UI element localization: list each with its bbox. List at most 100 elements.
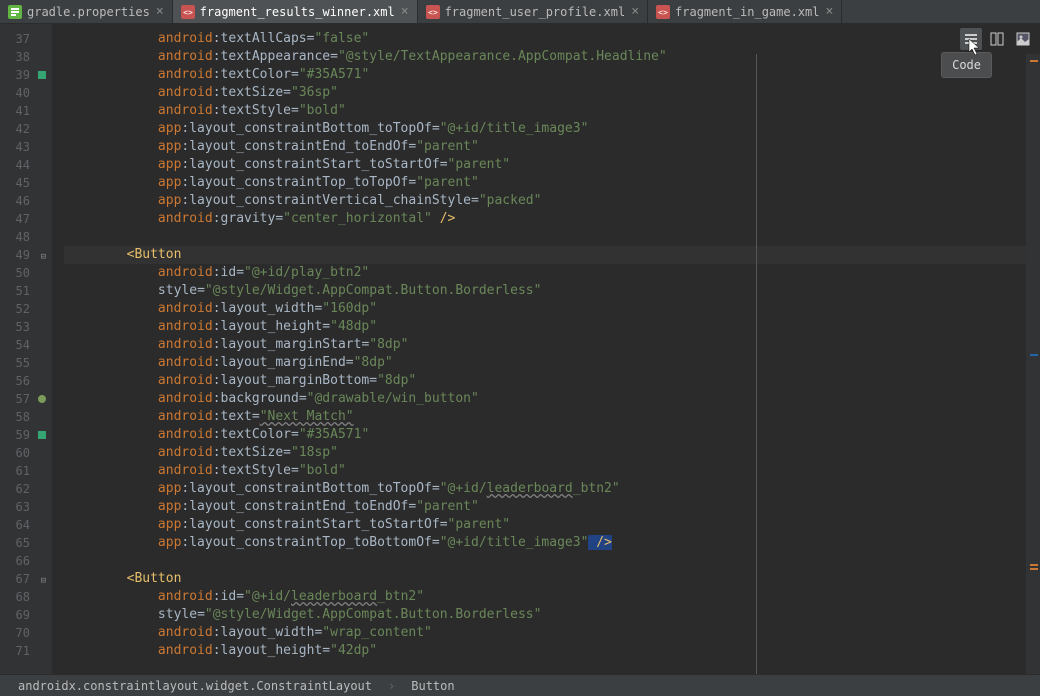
line-number: 64 — [0, 516, 52, 534]
code-line[interactable]: app:layout_constraintTop_toBottomOf="@+i… — [64, 534, 1040, 552]
line-number: 52 — [0, 300, 52, 318]
line-number: 67⊟ — [0, 570, 52, 588]
color-swatch-icon — [38, 431, 46, 439]
line-number: 61 — [0, 462, 52, 480]
minimap-marker — [1030, 354, 1038, 356]
code-line[interactable]: app:layout_constraintStart_toStartOf="pa… — [64, 516, 1040, 534]
gutter: 37383940414243444546474849⊟5051525354555… — [0, 24, 52, 674]
line-number: 66 — [0, 552, 52, 570]
code-line[interactable]: android:textSize="18sp" — [64, 444, 1040, 462]
code-line[interactable]: app:layout_constraintVertical_chainStyle… — [64, 192, 1040, 210]
fold-icon[interactable]: ⊟ — [38, 248, 46, 256]
line-number: 38 — [0, 48, 52, 66]
code-line[interactable]: android:textStyle="bold" — [64, 102, 1040, 120]
file-icon: <> — [426, 5, 440, 19]
code-area[interactable]: android:textAllCaps="false" android:text… — [52, 24, 1040, 674]
file-icon: <> — [181, 5, 195, 19]
code-line[interactable]: android:id="@+id/leaderboard_btn2" — [64, 588, 1040, 606]
code-line[interactable]: style="@style/Widget.AppCompat.Button.Bo… — [64, 606, 1040, 624]
code-line[interactable]: android:textAllCaps="false" — [64, 30, 1040, 48]
code-line[interactable]: android:layout_marginStart="8dp" — [64, 336, 1040, 354]
line-number: 62 — [0, 480, 52, 498]
line-number: 44 — [0, 156, 52, 174]
tab-label: fragment_results_winner.xml — [200, 5, 395, 19]
code-line[interactable]: app:layout_constraintStart_toStartOf="pa… — [64, 156, 1040, 174]
line-number: 46 — [0, 192, 52, 210]
line-number: 56 — [0, 372, 52, 390]
code-line[interactable] — [64, 228, 1040, 246]
code-line[interactable]: android:textAppearance="@style/TextAppea… — [64, 48, 1040, 66]
tab-fragment_user_profile.xml[interactable]: <> fragment_user_profile.xml × — [418, 0, 648, 23]
line-number: 65 — [0, 534, 52, 552]
line-number: 60 — [0, 444, 52, 462]
code-line[interactable]: android:layout_width="wrap_content" — [64, 624, 1040, 642]
line-number: 50 — [0, 264, 52, 282]
line-number: 59 — [0, 426, 52, 444]
minimap[interactable] — [1026, 54, 1040, 674]
code-line[interactable]: android:layout_marginEnd="8dp" — [64, 354, 1040, 372]
svg-text:<>: <> — [428, 8, 438, 17]
line-number: 37 — [0, 30, 52, 48]
breadcrumb-item[interactable]: Button — [403, 679, 462, 693]
breadcrumb-item[interactable]: androidx.constraintlayout.widget.Constra… — [10, 679, 380, 693]
file-icon — [8, 5, 22, 19]
tab-label: fragment_in_game.xml — [675, 5, 820, 19]
code-line[interactable]: android:background="@drawable/win_button… — [64, 390, 1040, 408]
file-icon: <> — [656, 5, 670, 19]
code-line[interactable]: android:textStyle="bold" — [64, 462, 1040, 480]
code-line[interactable]: android:id="@+id/play_btn2" — [64, 264, 1040, 282]
line-number: 70 — [0, 624, 52, 642]
tab-label: fragment_user_profile.xml — [445, 5, 626, 19]
code-line[interactable]: android:layout_marginBottom="8dp" — [64, 372, 1040, 390]
code-line[interactable]: style="@style/Widget.AppCompat.Button.Bo… — [64, 282, 1040, 300]
gutter-dot-icon — [38, 395, 46, 403]
line-number: 53 — [0, 318, 52, 336]
line-number: 45 — [0, 174, 52, 192]
close-icon[interactable]: × — [631, 4, 639, 19]
fold-icon[interactable]: ⊟ — [38, 572, 46, 580]
tab-fragment_in_game.xml[interactable]: <> fragment_in_game.xml × — [648, 0, 842, 23]
line-number: 63 — [0, 498, 52, 516]
line-number: 41 — [0, 102, 52, 120]
right-margin-line — [756, 54, 757, 674]
code-line[interactable]: android:layout_height="42dp" — [64, 642, 1040, 660]
minimap-marker — [1030, 60, 1038, 62]
code-line[interactable]: android:textColor="#35A571" — [64, 66, 1040, 84]
code-line[interactable]: <Button — [64, 246, 1040, 264]
line-number: 57 — [0, 390, 52, 408]
code-line[interactable]: android:textSize="36sp" — [64, 84, 1040, 102]
code-line[interactable]: android:gravity="center_horizontal" /> — [64, 210, 1040, 228]
line-number: 58 — [0, 408, 52, 426]
line-number: 49⊟ — [0, 246, 52, 264]
tab-label: gradle.properties — [27, 5, 150, 19]
code-line[interactable]: <Button — [64, 570, 1040, 588]
tab-gradle.properties[interactable]: gradle.properties × — [0, 0, 173, 23]
breadcrumb-separator: › — [380, 679, 403, 693]
close-icon[interactable]: × — [156, 4, 164, 19]
editor-tabs: gradle.properties × <> fragment_results_win… — [0, 0, 1040, 24]
line-number: 71 — [0, 642, 52, 660]
code-line[interactable]: app:layout_constraintEnd_toEndOf="parent… — [64, 498, 1040, 516]
svg-text:<>: <> — [658, 8, 668, 17]
line-number: 69 — [0, 606, 52, 624]
line-number: 42 — [0, 120, 52, 138]
tab-fragment_results_winner.xml[interactable]: <> fragment_results_winner.xml × — [173, 0, 418, 23]
code-line[interactable] — [64, 552, 1040, 570]
breadcrumb[interactable]: androidx.constraintlayout.widget.Constra… — [0, 674, 1040, 696]
code-line[interactable]: android:layout_height="48dp" — [64, 318, 1040, 336]
minimap-marker — [1030, 568, 1038, 570]
line-number: 51 — [0, 282, 52, 300]
code-line[interactable]: android:textColor="#35A571" — [64, 426, 1040, 444]
line-number: 47 — [0, 210, 52, 228]
code-line[interactable]: app:layout_constraintBottom_toTopOf="@+i… — [64, 480, 1040, 498]
code-line[interactable]: app:layout_constraintEnd_toEndOf="parent… — [64, 138, 1040, 156]
code-line[interactable]: android:text="Next Match" — [64, 408, 1040, 426]
code-line[interactable]: app:layout_constraintTop_toTopOf="parent… — [64, 174, 1040, 192]
line-number: 43 — [0, 138, 52, 156]
line-number: 55 — [0, 354, 52, 372]
code-line[interactable]: android:layout_width="160dp" — [64, 300, 1040, 318]
code-line[interactable]: app:layout_constraintBottom_toTopOf="@+i… — [64, 120, 1040, 138]
color-swatch-icon — [38, 71, 46, 79]
close-icon[interactable]: × — [401, 4, 409, 19]
close-icon[interactable]: × — [826, 4, 834, 19]
